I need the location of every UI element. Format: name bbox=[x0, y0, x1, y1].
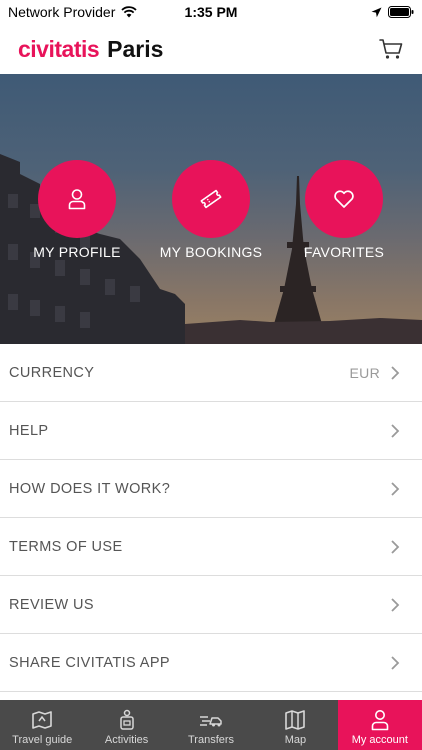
favorites-circle bbox=[305, 160, 383, 238]
menu-item-label: REVIEW US bbox=[9, 596, 94, 613]
my-bookings-circle bbox=[172, 160, 250, 238]
travel-guide-icon bbox=[32, 711, 53, 729]
favorites-button[interactable]: FAVORITES bbox=[289, 160, 399, 260]
menu-item-label: CURRENCY bbox=[9, 364, 95, 381]
user-icon bbox=[68, 189, 86, 210]
account-menu: CURRENCY EUR HELP HOW DOES IT WORK? TERM… bbox=[0, 344, 422, 692]
transfers-icon bbox=[200, 716, 222, 727]
menu-item-terms-of-use[interactable]: TERMS OF USE bbox=[0, 518, 422, 576]
location-arrow-icon bbox=[371, 7, 382, 17]
my-profile-button[interactable]: MY PROFILE bbox=[22, 160, 132, 260]
chevron-right-icon bbox=[391, 597, 400, 612]
menu-item-share-app[interactable]: SHARE CIVITATIS APP bbox=[0, 634, 422, 692]
wifi-icon bbox=[121, 6, 138, 18]
ticket-icon bbox=[200, 189, 222, 209]
map-icon bbox=[285, 710, 306, 730]
menu-item-label: TERMS OF USE bbox=[9, 538, 123, 555]
tab-label: Map bbox=[284, 734, 307, 746]
tab-my-account[interactable]: My account bbox=[337, 700, 422, 750]
my-profile-label: MY PROFILE bbox=[33, 244, 121, 260]
tab-label: Travel guide bbox=[12, 734, 73, 746]
tab-label: Activities bbox=[104, 734, 149, 746]
menu-item-label: SHARE CIVITATIS APP bbox=[9, 654, 170, 671]
status-bar: Network Provider 1:35 PM bbox=[0, 0, 422, 24]
carrier-name: Network Provider bbox=[8, 4, 116, 20]
chevron-right-icon bbox=[391, 365, 400, 380]
brand-logo: civitatis bbox=[18, 35, 100, 62]
app-header: civitatis Paris bbox=[0, 24, 422, 74]
menu-item-review-us[interactable]: REVIEW US bbox=[0, 576, 422, 634]
shopping-cart-icon[interactable] bbox=[378, 36, 404, 62]
status-left: Network Provider bbox=[8, 4, 138, 20]
city-title: Paris bbox=[107, 35, 164, 62]
my-profile-circle bbox=[38, 160, 116, 238]
my-bookings-button[interactable]: MY BOOKINGS bbox=[156, 160, 266, 260]
tab-map[interactable]: Map bbox=[253, 700, 337, 750]
menu-item-currency[interactable]: CURRENCY EUR bbox=[0, 344, 422, 402]
status-right bbox=[371, 6, 414, 18]
my-bookings-label: MY BOOKINGS bbox=[159, 244, 263, 260]
menu-item-right: EUR bbox=[350, 365, 400, 381]
menu-item-label: HELP bbox=[9, 422, 49, 439]
account-icon bbox=[371, 710, 389, 731]
tab-label: Transfers bbox=[187, 734, 235, 746]
menu-item-how-it-works[interactable]: HOW DOES IT WORK? bbox=[0, 460, 422, 518]
battery-icon bbox=[388, 6, 414, 18]
tab-label: My account bbox=[351, 734, 408, 746]
chevron-right-icon bbox=[391, 423, 400, 438]
tab-transfers[interactable]: Transfers bbox=[169, 700, 253, 750]
chevron-right-icon bbox=[391, 481, 400, 496]
favorites-label: FAVORITES bbox=[303, 244, 385, 260]
heart-icon bbox=[334, 190, 354, 208]
menu-item-help[interactable]: HELP bbox=[0, 402, 422, 460]
bottom-tab-bar: Travel guide Activities Transfers Map My… bbox=[0, 700, 422, 750]
menu-item-label: HOW DOES IT WORK? bbox=[9, 480, 171, 497]
tab-travel-guide[interactable]: Travel guide bbox=[0, 700, 84, 750]
tab-activities[interactable]: Activities bbox=[84, 700, 168, 750]
chevron-right-icon bbox=[391, 655, 400, 670]
activities-icon bbox=[119, 709, 134, 730]
currency-value: EUR bbox=[349, 364, 380, 381]
hero-banner: MY PROFILE MY BOOKINGS FAVORITES bbox=[0, 74, 422, 344]
chevron-right-icon bbox=[391, 539, 400, 554]
